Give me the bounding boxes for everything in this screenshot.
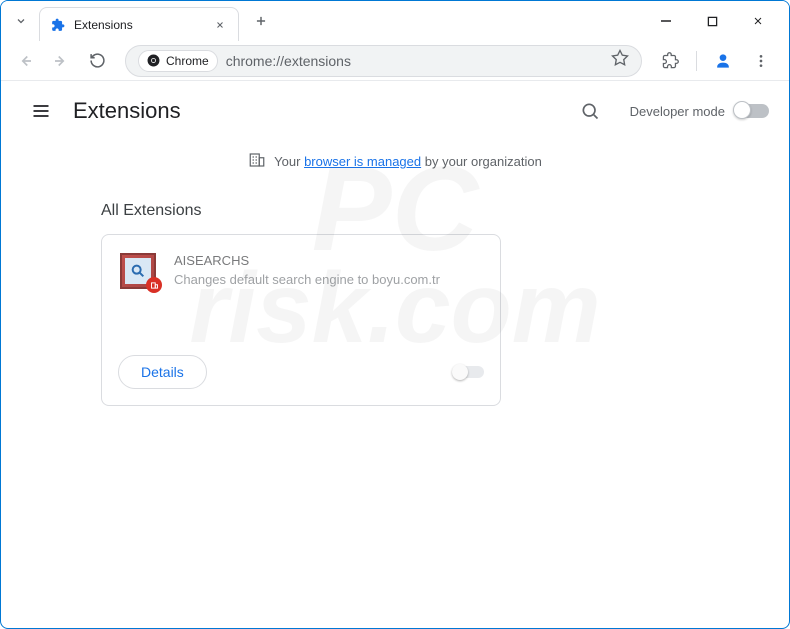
managed-banner: Your browser is managed by your organiza… <box>1 141 789 182</box>
browser-managed-link[interactable]: browser is managed <box>304 154 421 169</box>
minimize-button[interactable] <box>643 5 689 37</box>
chrome-logo-icon <box>147 54 160 67</box>
browser-toolbar: Chrome chrome://extensions <box>1 41 789 81</box>
details-button[interactable]: Details <box>118 355 207 389</box>
address-bar[interactable]: Chrome chrome://extensions <box>125 45 642 77</box>
back-button[interactable] <box>9 45 41 77</box>
extension-description: Changes default search engine to boyu.co… <box>174 272 482 287</box>
all-extensions-heading: All Extensions <box>101 202 689 220</box>
profile-button[interactable] <box>707 45 739 77</box>
extension-icon <box>120 253 156 289</box>
extension-name: AISEARCHS <box>174 253 482 268</box>
extensions-menu-button[interactable] <box>654 45 686 77</box>
extensions-page-header: Extensions Developer mode <box>1 81 789 141</box>
building-icon <box>248 151 266 172</box>
extension-card: AISEARCHS Changes default search engine … <box>101 234 501 406</box>
window-controls <box>643 5 781 37</box>
url-text: chrome://extensions <box>226 53 351 69</box>
forward-button[interactable] <box>45 45 77 77</box>
browser-tab[interactable]: Extensions <box>39 7 239 41</box>
hamburger-menu-button[interactable] <box>21 91 61 131</box>
developer-mode-toggle[interactable] <box>735 104 769 118</box>
close-window-button[interactable] <box>735 5 781 37</box>
developer-mode-toggle-group: Developer mode <box>630 104 769 119</box>
page-title: Extensions <box>73 98 181 124</box>
extension-enable-toggle[interactable] <box>452 366 484 378</box>
chrome-chip-label: Chrome <box>166 54 209 68</box>
titlebar: Extensions <box>1 1 789 41</box>
managed-text-prefix: Your <box>274 154 300 169</box>
bookmark-star-icon[interactable] <box>611 49 629 72</box>
developer-mode-label: Developer mode <box>630 104 725 119</box>
managed-text-suffix: by your organization <box>425 154 542 169</box>
tab-title: Extensions <box>74 18 212 32</box>
maximize-button[interactable] <box>689 5 735 37</box>
tab-list-dropdown[interactable] <box>9 9 33 33</box>
new-tab-button[interactable] <box>247 7 275 35</box>
extensions-content: All Extensions AISEARCHS Changes defau <box>1 182 789 426</box>
chrome-chip: Chrome <box>138 50 218 72</box>
managed-badge-icon <box>146 277 162 293</box>
reload-button[interactable] <box>81 45 113 77</box>
divider <box>696 51 697 71</box>
extension-icon <box>50 17 66 33</box>
kebab-menu-button[interactable] <box>745 45 777 77</box>
tab-close-button[interactable] <box>212 17 228 33</box>
search-button[interactable] <box>570 91 610 131</box>
